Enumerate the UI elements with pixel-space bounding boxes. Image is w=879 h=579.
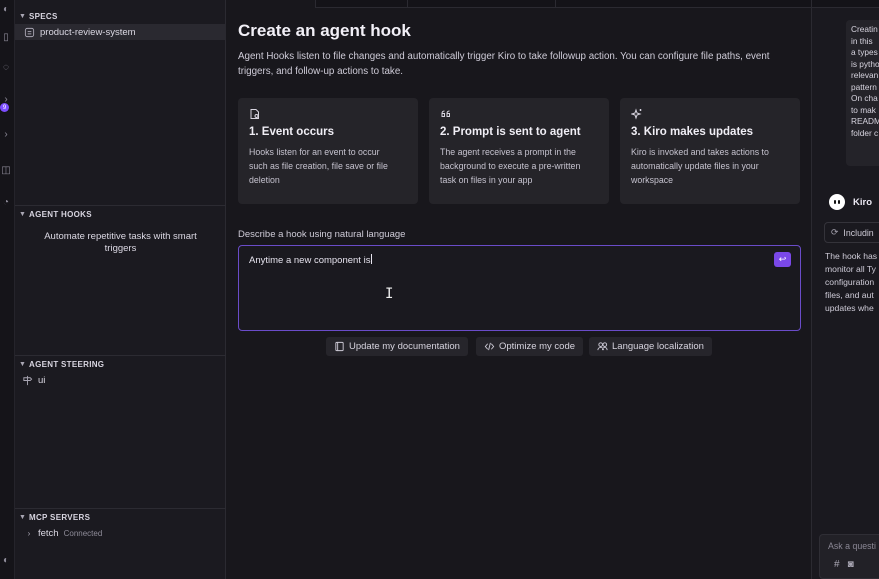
submit-button[interactable]: ↩: [774, 252, 791, 267]
explorer-icon[interactable]: ▯: [0, 30, 12, 44]
run-icon[interactable]: ›: [0, 127, 12, 141]
tab[interactable]: [408, 0, 556, 8]
card-title: 1. Event occurs: [249, 126, 335, 138]
chat-input-box[interactable]: # ◙: [819, 534, 879, 579]
settings-icon[interactable]: ◐: [0, 553, 12, 567]
agent-steering-section-header[interactable]: ▼ AGENT STEERING: [15, 356, 226, 372]
suggestion-update-documentation[interactable]: Update my documentation: [326, 337, 468, 356]
spec-item-label: product-review-system: [40, 26, 136, 38]
card-text: Hooks listen for an event to occur such …: [249, 147, 388, 185]
hash-icon[interactable]: #: [834, 559, 840, 570]
signpost-icon: [19, 375, 35, 386]
chat-input[interactable]: [828, 541, 879, 551]
agent-header: Kiro: [829, 194, 872, 210]
hook-description-value: Anytime a new component is: [249, 255, 371, 266]
specs-section-header[interactable]: ▼ SPECS: [15, 8, 226, 24]
search-icon[interactable]: ◌: [0, 60, 12, 74]
card-text: Kiro is invoked and takes actions to aut…: [631, 147, 769, 185]
user-message: Creatin in this a types is pytho relevan…: [846, 20, 879, 166]
card-text: The agent receives a prompt in the backg…: [440, 147, 581, 185]
book-icon: [335, 341, 344, 352]
agent-name: Kiro: [853, 196, 872, 208]
page-description: Agent Hooks listen to file changes and a…: [238, 51, 770, 77]
chevron-down-icon: ▼: [19, 12, 27, 20]
hook-description-input[interactable]: Anytime a new component is ↩: [238, 245, 801, 331]
chevron-down-icon: ▼: [19, 210, 27, 218]
tab-active[interactable]: [226, 0, 316, 8]
image-icon[interactable]: ◙: [848, 559, 854, 570]
quote-icon: [440, 108, 452, 120]
tab-strip: [226, 0, 811, 8]
suggestion-language-localization[interactable]: Language localization: [589, 337, 712, 356]
enter-icon: ↩: [778, 254, 787, 264]
kiro-icon[interactable]: ◔: [0, 195, 12, 209]
mcp-server-fetch[interactable]: › fetch Connected: [15, 525, 226, 541]
sparkles-icon: [630, 108, 643, 120]
chevron-down-icon: ▼: [19, 513, 27, 521]
agent-reply: The hook has monitor all Ty configuratio…: [825, 251, 878, 313]
hook-editor: Create an agent hook Agent Hooks listen …: [226, 0, 811, 579]
mcp-server-label: fetch: [38, 527, 59, 539]
notification-badge: 9: [0, 103, 9, 112]
step-card-event: 1. Event occurs Hooks listen for an even…: [238, 98, 418, 204]
code-icon: [484, 342, 495, 351]
text-caret: [371, 254, 373, 264]
context-icon: ⟳: [831, 227, 839, 237]
account-icon[interactable]: ◐: [0, 2, 12, 16]
extensions-icon[interactable]: ◫: [0, 163, 12, 177]
chat-panel: Creatin in this a types is pytho relevan…: [811, 0, 879, 579]
kiro-avatar-icon: [829, 194, 845, 210]
hook-description-label: Describe a hook using natural language: [238, 229, 406, 240]
card-title: 3. Kiro makes updates: [631, 126, 754, 138]
page-title: Create an agent hook: [238, 21, 411, 40]
chevron-right-icon[interactable]: ›: [21, 529, 37, 538]
step-card-updates: 3. Kiro makes updates Kiro is invoked an…: [620, 98, 800, 204]
mcp-server-status: Connected: [63, 528, 103, 538]
mcp-servers-section-header[interactable]: ▼ MCP SERVERS: [15, 509, 226, 525]
suggestion-optimize-code[interactable]: Optimize my code: [476, 337, 584, 356]
agent-hooks-section-header[interactable]: ▼ AGENT HOOKS: [15, 206, 226, 222]
language-icon: [597, 342, 608, 351]
mouse-cursor-ibeam: I: [385, 286, 394, 302]
including-context-pill[interactable]: ⟳ Includin: [824, 222, 879, 243]
steering-item-ui[interactable]: ui: [15, 372, 226, 388]
card-title: 2. Prompt is sent to agent: [440, 126, 581, 138]
agent-hooks-empty-text: Automate repetitive tasks with smart tri…: [44, 231, 197, 254]
steering-item-label: ui: [38, 374, 46, 386]
document-icon: [21, 27, 37, 38]
chevron-down-icon: ▼: [19, 360, 27, 368]
chat-header: [812, 0, 879, 8]
spec-item-product-review-system[interactable]: product-review-system: [15, 24, 226, 40]
sidebar: ▼ SPECS product-review-system ▼ AGENT HO…: [15, 0, 226, 579]
tab[interactable]: [316, 0, 408, 8]
file-gear-icon: [249, 108, 261, 120]
step-card-prompt: 2. Prompt is sent to agent The agent rec…: [429, 98, 609, 204]
activity-bar: ◐ ▯ ◌ › 9 › ◫ ◔ ◐: [0, 0, 15, 579]
